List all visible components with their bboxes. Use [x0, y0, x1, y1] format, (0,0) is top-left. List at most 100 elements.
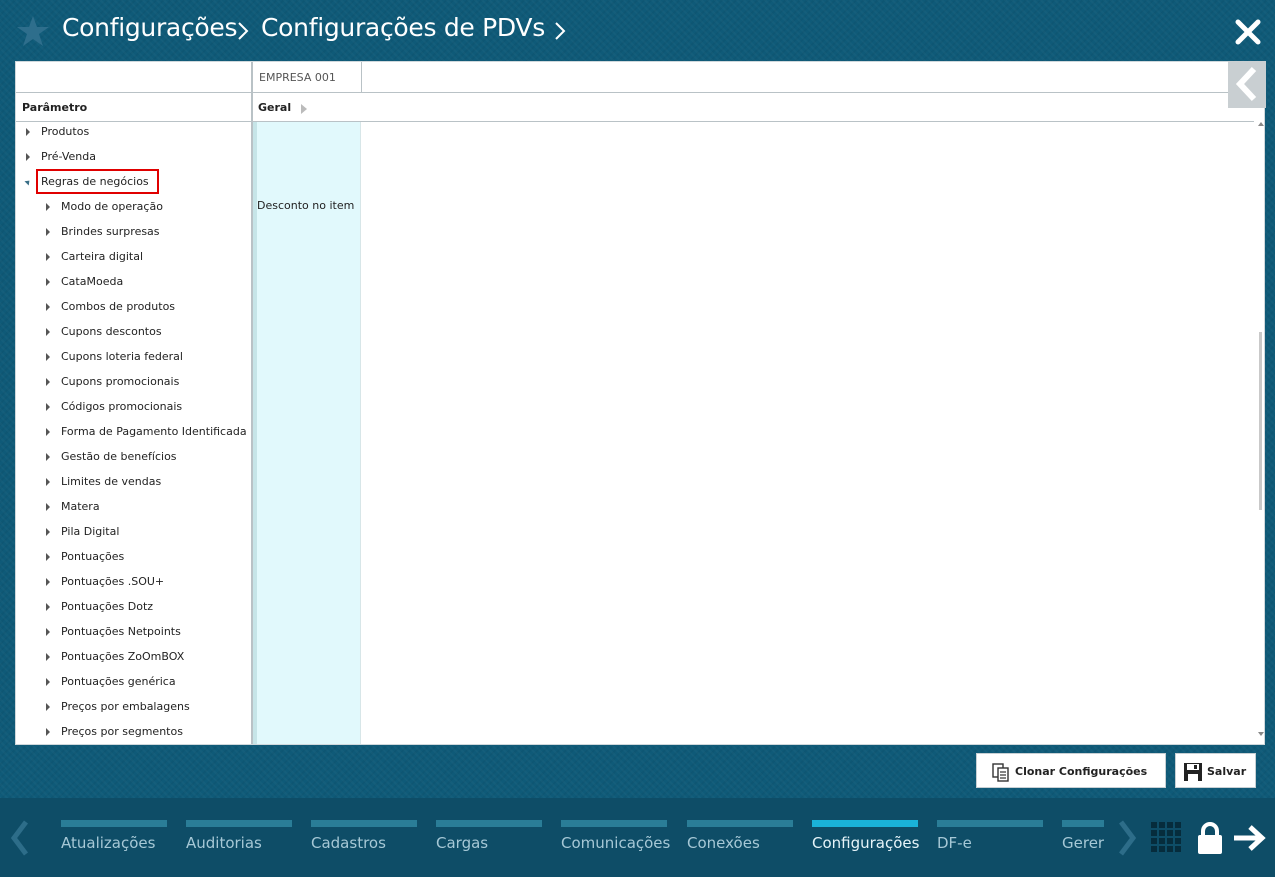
expand-arrow-icon[interactable] — [46, 403, 50, 411]
tree-child-item[interactable]: Cupons loteria federal — [42, 344, 250, 369]
expand-arrow-icon[interactable] — [46, 328, 50, 336]
nav-tab-conexoes[interactable]: Conexões — [687, 820, 793, 860]
scroll-up-icon[interactable] — [1258, 122, 1264, 126]
tree-item-pre-venda[interactable]: Pré-Venda — [22, 144, 242, 169]
breadcrumb-configuracoes[interactable]: Configurações — [62, 13, 238, 42]
expand-arrow-icon[interactable] — [46, 203, 50, 211]
expand-arrow-icon[interactable] — [46, 578, 50, 586]
tree-item-label: Limites de vendas — [61, 475, 162, 488]
expand-arrow-icon[interactable] — [46, 628, 50, 636]
tree-item-label: Carteira digital — [61, 250, 144, 263]
expand-arrow-icon[interactable] — [46, 503, 50, 511]
tree-child-item[interactable]: Pontuações ZoOmBOX — [42, 644, 250, 669]
apps-grid-icon[interactable] — [1151, 822, 1183, 854]
tree-child-item[interactable]: Pontuações Netpoints — [42, 619, 250, 644]
expand-arrow-icon[interactable] — [46, 528, 50, 536]
tab-indicator — [937, 820, 1043, 827]
expand-arrow-icon[interactable] — [46, 228, 50, 236]
close-icon[interactable] — [1234, 18, 1262, 46]
nav-prev-icon[interactable] — [10, 820, 30, 856]
tree-child-item[interactable]: Gestão de benefícios — [42, 444, 250, 469]
clone-settings-button[interactable]: Clonar Configurações — [976, 753, 1166, 788]
tree-item-label: Pontuações .SOU+ — [61, 575, 165, 588]
expand-arrow-icon[interactable] — [46, 728, 50, 736]
expand-arrow-icon[interactable] — [46, 303, 50, 311]
value-cell-desconto[interactable]: Desconto no item — [257, 199, 354, 212]
page-title: Configurações de PDVs — [261, 13, 545, 42]
lock-icon[interactable] — [1196, 821, 1224, 855]
tab-indicator — [61, 820, 167, 827]
expand-arrow-icon[interactable] — [46, 553, 50, 561]
expand-arrow-icon[interactable] — [46, 703, 50, 711]
tree-child-item[interactable]: Pontuações .SOU+ — [42, 569, 250, 594]
column-edge — [360, 122, 361, 744]
nav-tab-gerenciamento[interactable]: Gerer — [1062, 820, 1104, 860]
tree-item-label: Pontuações — [61, 550, 125, 563]
tree-child-item[interactable]: Pontuações genérica — [42, 669, 250, 694]
tree-child-item[interactable]: Modo de operação — [42, 194, 250, 219]
geral-header[interactable]: Geral — [258, 101, 291, 114]
nav-tab-auditorias[interactable]: Auditorias — [186, 820, 292, 860]
tree-child-item[interactable]: Pontuações Dotz — [42, 594, 250, 619]
tree-item-produtos[interactable]: Produtos — [22, 119, 242, 144]
expand-arrow-icon[interactable] — [46, 253, 50, 261]
expand-arrow-icon[interactable] — [46, 428, 50, 436]
tab-indicator — [311, 820, 417, 827]
expand-arrow-icon[interactable] — [26, 128, 30, 136]
expand-arrow-icon[interactable] — [46, 278, 50, 286]
column-divider[interactable] — [251, 62, 253, 744]
column-edge — [253, 122, 257, 744]
logout-arrow-icon[interactable] — [1232, 824, 1266, 852]
parametro-header: Parâmetro — [22, 101, 88, 114]
nav-tab-cargas[interactable]: Cargas — [436, 820, 542, 860]
tree-child-item[interactable]: Códigos promocionais — [42, 394, 250, 419]
tab-indicator — [1062, 820, 1104, 827]
tree-child-item[interactable]: Limites de vendas — [42, 469, 250, 494]
tree-item-label: Combos de produtos — [61, 300, 176, 313]
nav-tab-cadastros[interactable]: Cadastros — [311, 820, 417, 860]
tree-child-item[interactable]: Cupons descontos — [42, 319, 250, 344]
collapse-panel-button[interactable] — [1228, 61, 1266, 108]
save-button[interactable]: Salvar — [1175, 753, 1256, 788]
expand-arrow-icon[interactable] — [46, 353, 50, 361]
tree-child-item[interactable]: Preços por embalagens — [42, 694, 250, 719]
nav-tab-atualizacoes[interactable]: Atualizações — [61, 820, 167, 860]
tree-child-item[interactable]: Forma de Pagamento Identificada — [42, 419, 250, 444]
tree-child-item[interactable]: Combos de produtos — [42, 294, 250, 319]
tree-item-label: Modo de operação — [61, 200, 163, 213]
expand-arrow-icon[interactable] — [46, 653, 50, 661]
nav-tab-label: Cadastros — [311, 834, 386, 852]
expand-arrow-icon[interactable] — [46, 478, 50, 486]
tree-child-item[interactable]: Carteira digital — [42, 244, 250, 269]
breadcrumb-next-icon[interactable] — [553, 20, 567, 42]
tree-child-item[interactable]: Brindes surpresas — [42, 219, 250, 244]
tree-child-item[interactable]: CataMoeda — [42, 269, 250, 294]
tree-child-item[interactable]: Pila Digital — [42, 519, 250, 544]
geral-expand-icon[interactable] — [301, 104, 307, 114]
divider — [16, 92, 1254, 93]
tree-child-item[interactable]: Pontuações — [42, 544, 250, 569]
scroll-down-icon[interactable] — [1258, 732, 1264, 736]
vertical-scrollbar[interactable] — [1259, 332, 1262, 510]
save-icon — [1184, 763, 1202, 781]
nav-tab-comunicacoes[interactable]: Comunicações — [561, 820, 670, 860]
expand-arrow-icon[interactable] — [46, 678, 50, 686]
empresa-column-header[interactable]: EMPRESA 001 — [252, 62, 362, 92]
tree-child-item[interactable]: Cupons promocionais — [42, 369, 250, 394]
collapse-arrow-icon[interactable] — [24, 178, 32, 186]
tree-item-label: Cupons descontos — [61, 325, 162, 338]
header-bar: Configurações Configurações de PDVs — [0, 0, 1275, 62]
expand-arrow-icon[interactable] — [46, 453, 50, 461]
nav-tab-configuracoes[interactable]: Configurações — [812, 820, 920, 860]
nav-tab-dfe[interactable]: DF-e — [937, 820, 1043, 860]
tree-item-label: Brindes surpresas — [61, 225, 160, 238]
expand-arrow-icon[interactable] — [26, 153, 30, 161]
expand-arrow-icon[interactable] — [46, 378, 50, 386]
nav-tab-label: Configurações — [812, 834, 920, 852]
tree-child-item[interactable]: Preços por segmentos — [42, 719, 250, 744]
tree-child-item[interactable]: Matera — [42, 494, 250, 519]
expand-arrow-icon[interactable] — [46, 603, 50, 611]
nav-tab-label: Cargas — [436, 834, 489, 852]
star-icon[interactable] — [16, 14, 50, 48]
nav-next-icon[interactable] — [1117, 820, 1137, 856]
